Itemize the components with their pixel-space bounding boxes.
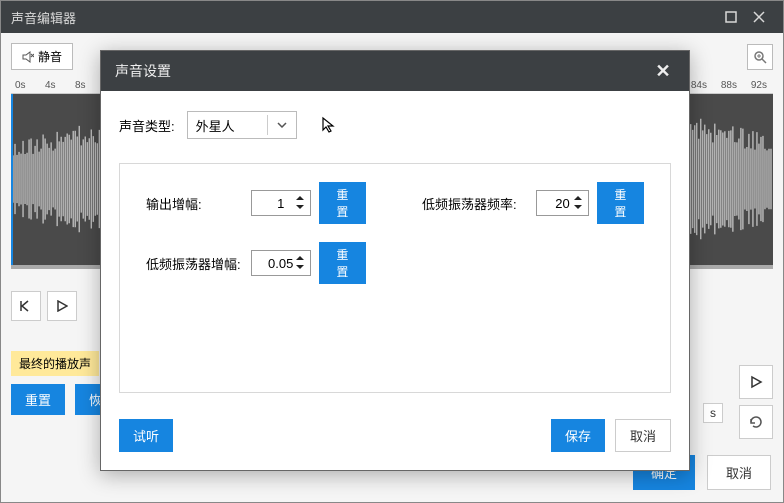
sound-type-select[interactable]: 外星人 — [187, 111, 297, 139]
spinner-arrows-icon[interactable] — [573, 193, 585, 213]
dialog-title: 声音设置 — [115, 61, 651, 81]
chevron-down-icon — [276, 119, 288, 131]
preview-button[interactable]: 试听 — [119, 419, 173, 452]
sound-type-value: 外星人 — [196, 116, 235, 135]
save-button[interactable]: 保存 — [551, 419, 605, 452]
lfo-gain-label: 低频振荡器增幅: — [146, 254, 243, 273]
lfo-gain-input[interactable]: 0.05 — [251, 250, 311, 276]
dialog-titlebar: 声音设置 ✕ — [101, 51, 689, 91]
lfo-gain-reset-button[interactable]: 重置 — [319, 242, 366, 284]
spinner-arrows-icon[interactable] — [295, 193, 307, 213]
cursor-pointer-icon — [321, 116, 337, 134]
lfo-freq-label: 低频振荡器频率: — [422, 194, 528, 213]
dialog-close-icon[interactable]: ✕ — [651, 59, 675, 83]
parameters-panel: 输出增幅: 1 重置 低频振荡器增幅: — [119, 163, 671, 393]
sound-type-label: 声音类型: — [119, 116, 175, 135]
output-gain-label: 输出增幅: — [146, 194, 243, 213]
lfo-freq-input[interactable]: 20 — [536, 190, 589, 216]
modal-cancel-button[interactable]: 取消 — [615, 419, 671, 452]
output-gain-input[interactable]: 1 — [251, 190, 311, 216]
output-gain-reset-button[interactable]: 重置 — [319, 182, 366, 224]
lfo-freq-reset-button[interactable]: 重置 — [597, 182, 644, 224]
modal-backdrop: 声音设置 ✕ 声音类型: 外星人 — [0, 0, 784, 503]
sound-settings-dialog: 声音设置 ✕ 声音类型: 外星人 — [100, 50, 690, 471]
spinner-arrows-icon[interactable] — [295, 253, 307, 273]
